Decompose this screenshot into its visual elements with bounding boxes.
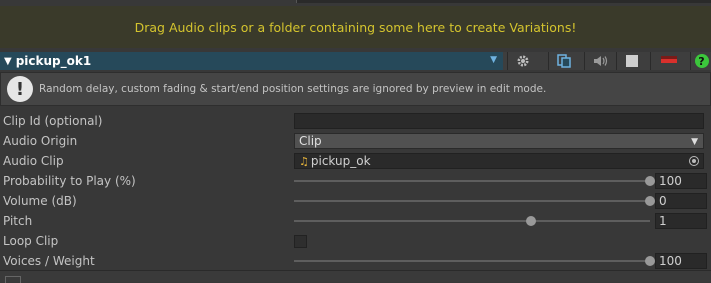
audio-origin-row: Audio Origin Clip ▼ <box>0 131 711 151</box>
slider-knob[interactable] <box>526 216 537 226</box>
variation-header: ▼ pickup_ok1 ▼ ? <box>0 52 711 70</box>
settings-button[interactable] <box>507 52 538 70</box>
audio-clip-value: pickup_ok <box>310 154 371 168</box>
preview-button[interactable] <box>584 52 615 70</box>
delete-icon <box>661 59 677 63</box>
loop-clip-row: Loop Clip <box>0 231 711 251</box>
clip-id-label: Clip Id (optional) <box>3 114 103 128</box>
loop-clip-label: Loop Clip <box>3 234 59 248</box>
speaker-icon <box>594 56 608 66</box>
volume-row: Volume (dB) 0 <box>0 191 711 211</box>
pitch-row: Pitch 1 <box>0 211 711 231</box>
slider-knob[interactable] <box>645 196 655 206</box>
probability-slider[interactable] <box>294 171 655 191</box>
loop-clip-checkbox[interactable] <box>294 235 307 248</box>
voices-weight-input[interactable]: 100 <box>655 253 707 269</box>
help-button[interactable]: ? <box>690 52 711 70</box>
variation-name: pickup_ok1 <box>15 54 92 68</box>
clip-id-input[interactable] <box>294 113 704 129</box>
help-box: ! Random delay, custom fading & start/en… <box>0 72 711 106</box>
help-icon: ? <box>694 54 709 68</box>
copy-button[interactable] <box>548 52 579 70</box>
next-section-edge <box>0 270 711 283</box>
audio-origin-select[interactable]: Clip ▼ <box>294 133 704 149</box>
voices-weight-label: Voices / Weight <box>3 254 95 268</box>
variation-dropdown-icon[interactable]: ▼ <box>490 55 497 65</box>
clip-id-row: Clip Id (optional) <box>0 111 711 131</box>
drop-zone-text: Drag Audio clips or a folder containing … <box>134 19 577 35</box>
collapse-triangle-icon[interactable]: ▼ <box>4 56 12 67</box>
pitch-label: Pitch <box>3 214 33 228</box>
stop-button[interactable] <box>616 52 647 70</box>
volume-slider[interactable] <box>294 191 655 211</box>
drop-zone[interactable]: Drag Audio clips or a folder containing … <box>0 6 711 48</box>
voices-weight-slider[interactable] <box>294 251 655 271</box>
audio-origin-label: Audio Origin <box>3 134 78 148</box>
gear-icon <box>517 55 529 67</box>
probability-row: Probability to Play (%) 100 <box>0 171 711 191</box>
stop-icon <box>626 55 638 67</box>
help-text: Random delay, custom fading & start/end … <box>39 83 547 95</box>
audio-clip-label: Audio Clip <box>3 154 64 168</box>
volume-label: Volume (dB) <box>3 194 77 208</box>
chevron-down-icon: ▼ <box>691 137 698 147</box>
info-exclamation-icon: ! <box>7 76 33 102</box>
slider-knob[interactable] <box>645 256 655 266</box>
object-picker-icon[interactable] <box>689 156 699 166</box>
probability-input[interactable]: 100 <box>655 173 707 189</box>
audio-clip-row: Audio Clip ♫ pickup_ok <box>0 151 711 171</box>
audio-clip-field[interactable]: ♫ pickup_ok <box>294 153 704 169</box>
slider-knob[interactable] <box>645 176 655 186</box>
pitch-slider[interactable] <box>294 211 650 231</box>
probability-label: Probability to Play (%) <box>3 174 136 188</box>
audio-origin-value: Clip <box>299 134 322 148</box>
delete-button[interactable] <box>650 52 687 70</box>
top-strip-field <box>296 0 711 3</box>
volume-input[interactable]: 0 <box>655 193 707 209</box>
pitch-input[interactable]: 1 <box>655 213 707 229</box>
voices-weight-row: Voices / Weight 100 <box>0 251 711 271</box>
audio-file-icon: ♫ <box>299 155 309 168</box>
variation-name-bar[interactable]: ▼ pickup_ok1 ▼ <box>0 52 503 70</box>
copy-icon <box>557 54 571 68</box>
